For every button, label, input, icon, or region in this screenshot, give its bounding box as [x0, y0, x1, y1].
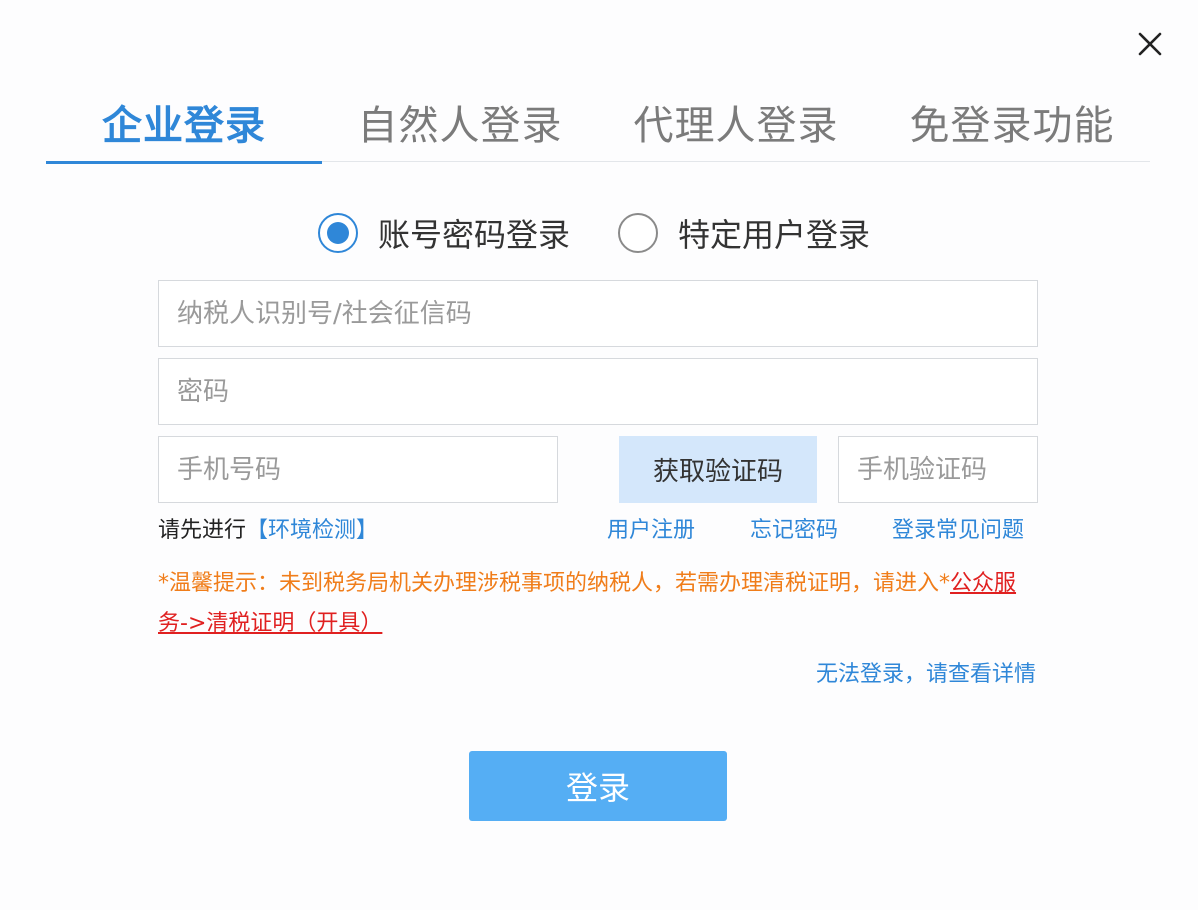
radio-checked-icon[interactable] — [318, 213, 358, 253]
get-sms-code-button[interactable]: 获取验证码 — [619, 436, 817, 503]
env-check-link[interactable]: 【环境检测】 — [246, 512, 378, 544]
warm-tip-notice: *温馨提示：未到税务局机关办理涉税事项的纳税人，若需办理清税证明，请进入*公众服… — [158, 564, 1038, 644]
password-input[interactable] — [158, 358, 1038, 425]
radio-label-specific-user: 特定用户登录 — [678, 216, 871, 254]
radio-unchecked-icon[interactable] — [618, 213, 659, 253]
radio-label-account-password: 账号密码登录 — [378, 216, 571, 254]
phone-input[interactable] — [158, 436, 558, 503]
radio-dot — [327, 222, 349, 244]
register-link[interactable]: 用户注册 — [607, 512, 695, 544]
login-tabs: 企业登录 自然人登录 代理人登录 免登录功能 — [46, 82, 1150, 164]
tab-individual-login[interactable]: 自然人登录 — [322, 82, 598, 162]
radio-specific-user[interactable]: 特定用户登录 — [618, 210, 870, 256]
tab-no-login-features[interactable]: 免登录功能 — [874, 82, 1150, 162]
login-dialog: 企业登录 自然人登录 代理人登录 免登录功能 账号密码登录 特定用户登录 获取验… — [0, 0, 1198, 910]
close-icon[interactable] — [1137, 31, 1163, 57]
forgot-password-link-wrap: 忘记密码 — [750, 510, 838, 546]
register-link-wrap: 用户注册 — [607, 510, 695, 546]
taxpayer-id-input[interactable] — [158, 280, 1038, 347]
tab-agent-login[interactable]: 代理人登录 — [598, 82, 874, 162]
radio-account-password[interactable]: 账号密码登录 — [318, 210, 570, 256]
env-check-row: 请先进行 【环境检测】 — [158, 510, 378, 546]
close-button[interactable] — [1132, 26, 1168, 62]
login-mode-group: 账号密码登录 特定用户登录 — [318, 208, 918, 258]
cannot-login-details-link[interactable]: 无法登录，请查看详情 — [816, 656, 1036, 688]
env-check-prefix: 请先进行 — [158, 518, 247, 543]
forgot-password-link[interactable]: 忘记密码 — [750, 512, 838, 544]
tab-enterprise-login[interactable]: 企业登录 — [46, 82, 322, 164]
notice-text: *温馨提示：未到税务局机关办理涉税事项的纳税人，若需办理清税证明，请进入* — [158, 571, 951, 596]
login-button[interactable]: 登录 — [469, 751, 727, 821]
sms-code-input[interactable] — [838, 436, 1038, 503]
login-faq-link[interactable]: 登录常见问题 — [892, 512, 1024, 544]
faq-link-wrap: 登录常见问题 — [892, 510, 1024, 546]
